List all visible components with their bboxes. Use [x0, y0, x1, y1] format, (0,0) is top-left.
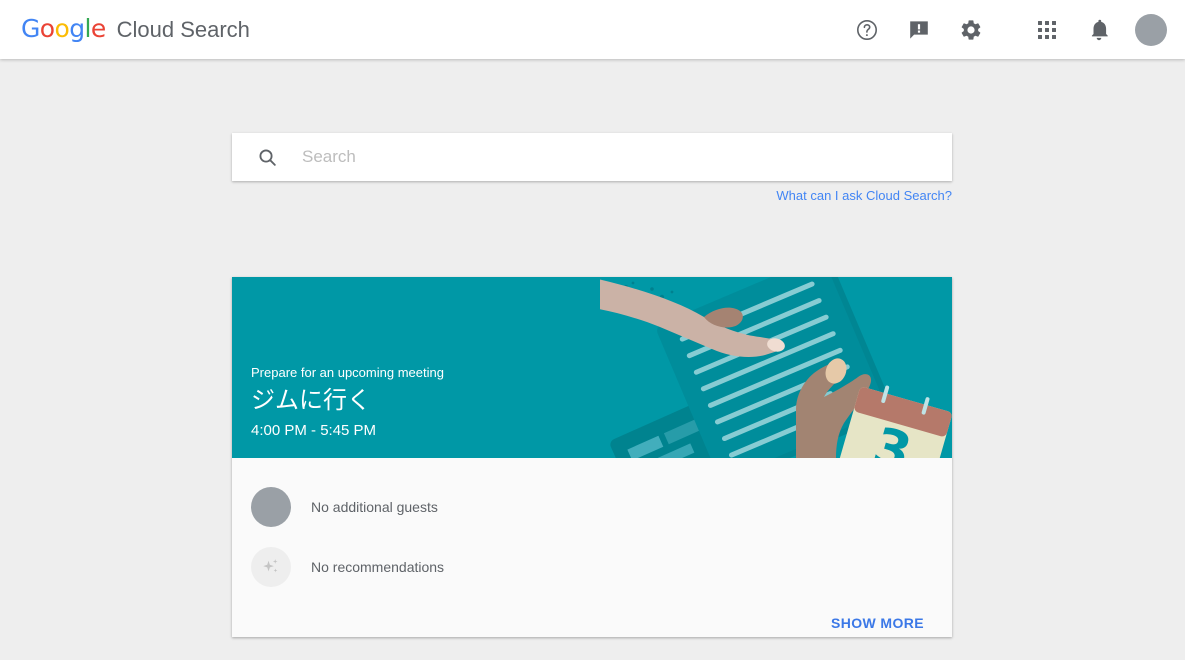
card-footer: SHOW MORE — [232, 597, 952, 637]
guests-label: No additional guests — [311, 499, 438, 515]
guest-avatar-icon — [251, 487, 291, 527]
google-wordmark: Google — [21, 16, 106, 41]
recommendations-row: No recommendations — [232, 537, 952, 597]
show-more-button[interactable]: SHOW MORE — [823, 607, 932, 637]
banner-illustration: 3 — [600, 277, 952, 458]
header-actions — [847, 10, 1185, 50]
logo-letter-o1: o — [39, 14, 55, 43]
logo-letter-g1: G — [21, 14, 40, 43]
search-input[interactable] — [300, 133, 936, 181]
banner-kicker: Prepare for an upcoming meeting — [251, 365, 444, 380]
product-name: Cloud Search — [116, 17, 250, 42]
app-header: Google Cloud Search — [0, 0, 1185, 59]
logo-letter-g2: g — [69, 14, 85, 43]
brand-logo[interactable]: Google Cloud Search — [21, 16, 250, 43]
assist-card: 3 Prepare for an upcoming meeting ジムに行く … — [232, 277, 952, 637]
banner-event-title: ジムに行く — [251, 387, 371, 414]
account-avatar[interactable] — [1135, 13, 1167, 46]
banner-event-time: 4:00 PM - 5:45 PM — [251, 422, 377, 439]
logo-letter-e: e — [90, 14, 106, 43]
apps-grid-icon[interactable] — [1027, 10, 1067, 50]
search-icon — [256, 146, 278, 168]
guests-row: No additional guests — [232, 477, 952, 537]
logo-letter-o2: o — [54, 14, 70, 43]
card-body: No additional guests No recommendations … — [232, 458, 952, 637]
settings-gear-icon[interactable] — [951, 10, 991, 50]
banner-text-block: Prepare for an upcoming meeting ジムに行く 4:… — [251, 365, 444, 440]
help-icon[interactable] — [847, 10, 887, 50]
search-bar[interactable] — [232, 133, 952, 181]
card-banner: 3 Prepare for an upcoming meeting ジムに行く … — [232, 277, 952, 458]
sparkle-recommendations-icon — [251, 547, 291, 587]
recommendations-label: No recommendations — [311, 559, 445, 575]
notifications-bell-icon[interactable] — [1079, 10, 1119, 50]
what-can-i-ask-link[interactable]: What can I ask Cloud Search? — [232, 188, 952, 203]
feedback-icon[interactable] — [899, 10, 939, 50]
